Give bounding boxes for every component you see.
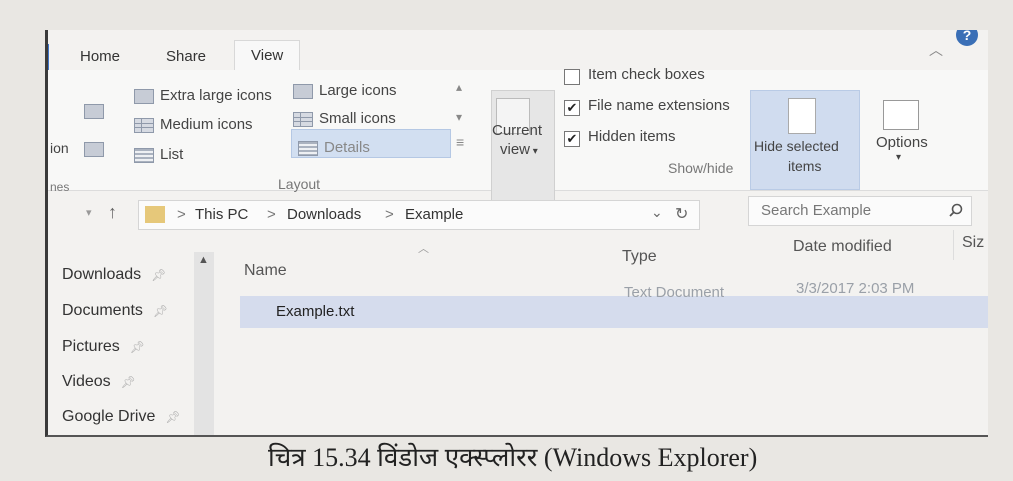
collapse-ribbon-icon[interactable]: ︿ <box>929 40 943 60</box>
small-icons-icon <box>293 111 313 127</box>
preview-pane-icon[interactable] <box>84 104 104 119</box>
layout-group-label: Layout <box>278 176 321 192</box>
layout-medium-icons[interactable]: Medium icons <box>134 116 253 133</box>
breadcrumb-separator: > <box>385 206 394 223</box>
nav-item-downloads[interactable]: Downloads 📌︎ <box>62 266 166 284</box>
column-header-size[interactable]: Siz <box>962 234 984 252</box>
current-view-label-2: view ▾ <box>500 141 538 158</box>
breadcrumb-separator: > <box>177 206 186 223</box>
table-row[interactable]: Example.txt Text Document 3/3/2017 2:03 … <box>240 280 988 328</box>
pin-icon: 📌︎ <box>152 304 169 318</box>
ribbon: ion nes Extra large icons Large icons Me… <box>48 66 988 220</box>
layout-details[interactable]: Details <box>298 139 370 156</box>
options-button[interactable]: Options <box>876 134 928 151</box>
nav-item-pictures[interactable]: Pictures 📌︎ <box>62 338 145 356</box>
address-dropdown-icon[interactable]: ⌄ <box>651 204 663 221</box>
navigation-pane-label[interactable]: ion <box>50 140 69 156</box>
medium-icons-icon <box>134 117 154 133</box>
address-row: ▾ ↑ > This PC > Downloads > Example ⌄ ↻ … <box>48 192 988 230</box>
breadcrumb-downloads[interactable]: Downloads <box>287 206 361 223</box>
recent-locations-icon[interactable]: ▾ <box>86 206 92 219</box>
hide-selected-label-1: Hide selected <box>754 138 839 154</box>
hide-selected-items-icon <box>788 98 816 134</box>
details-icon <box>298 140 318 156</box>
scroll-up-icon[interactable]: ▲ <box>198 254 209 266</box>
nav-item-google-drive[interactable]: Google Drive 📌︎ <box>62 408 181 426</box>
figure-caption: चित्र 15.34 विंडोज एक्स्प्लोरर (Windows … <box>268 443 758 472</box>
tab-view[interactable]: View <box>234 40 301 72</box>
pin-icon: 📌︎ <box>165 410 181 424</box>
help-icon[interactable]: ? <box>956 30 978 46</box>
list-icon <box>134 147 154 163</box>
nav-pane-scrollbar[interactable]: ▲ <box>194 252 214 435</box>
search-icon[interactable] <box>949 203 963 217</box>
search-input[interactable]: Search Example <box>761 202 871 219</box>
show-hide-group-label: Show/hide <box>668 160 734 176</box>
layout-scroll-down-icon[interactable]: ▾ <box>456 110 462 124</box>
nav-item-videos[interactable]: Videos 📌︎ <box>62 373 136 391</box>
hidden-items-label: Hidden items <box>588 128 676 145</box>
chevron-down-icon: ▾ <box>530 146 538 157</box>
column-divider[interactable] <box>953 230 954 260</box>
file-name-extensions-checkbox[interactable]: ✔ <box>564 100 580 116</box>
tab-home[interactable]: Home <box>80 48 120 65</box>
explorer-window: Home Share View ︿ ? ion nes Extra large … <box>45 30 988 437</box>
large-icons-icon <box>293 83 313 99</box>
layout-small-icons[interactable]: Small icons <box>293 110 396 127</box>
item-check-boxes-checkbox[interactable] <box>564 69 580 85</box>
layout-large-icons[interactable]: Large icons <box>293 82 397 99</box>
tab-share[interactable]: Share <box>166 48 206 65</box>
navigation-pane-icon[interactable] <box>84 142 104 157</box>
item-check-boxes-label: Item check boxes <box>588 66 705 83</box>
pin-icon: 📌︎ <box>129 340 146 354</box>
pin-icon: 📌︎ <box>151 268 167 282</box>
breadcrumb-separator: > <box>267 206 276 223</box>
file-name: Example.txt <box>276 303 355 320</box>
breadcrumb-example[interactable]: Example <box>405 206 463 223</box>
column-header-date-modified[interactable]: Date modified <box>793 238 892 256</box>
file-name-extensions-label: File name extensions <box>588 97 730 114</box>
file-date-modified: 3/3/2017 2:03 PM <box>796 280 915 297</box>
pin-icon: 📌︎ <box>120 375 136 389</box>
navigation-pane: Downloads 📌︎ Documents 📌︎ Pictures 📌︎ Video… <box>48 252 198 435</box>
current-view-label-1: Current <box>492 122 543 139</box>
address-bar[interactable]: > This PC > Downloads > Example ⌄ ↻ <box>138 200 700 230</box>
layout-expand-icon[interactable]: ≡ <box>456 134 464 150</box>
layout-list[interactable]: List <box>134 146 183 163</box>
extra-large-icons-icon <box>134 88 154 104</box>
hidden-items-checkbox[interactable]: ✔ <box>564 131 580 147</box>
ribbon-tabs: Home Share View ︿ ? <box>48 30 988 72</box>
refresh-icon[interactable]: ↻ <box>675 204 688 224</box>
hide-selected-label-2: items <box>788 158 822 174</box>
search-box[interactable]: Search Example <box>748 196 972 226</box>
sort-indicator-icon: ︿ <box>418 243 429 255</box>
column-header-name[interactable]: Name <box>244 262 287 280</box>
up-arrow-icon[interactable]: ↑ <box>108 202 117 223</box>
options-icon[interactable] <box>883 100 919 130</box>
breadcrumb-this-pc[interactable]: This PC <box>195 206 248 223</box>
nav-item-documents[interactable]: Documents 📌︎ <box>62 302 168 320</box>
layout-scroll-up-icon[interactable]: ▴ <box>456 80 462 94</box>
file-type: Text Document <box>624 284 725 301</box>
folder-icon <box>145 206 165 223</box>
column-header-type[interactable]: Type <box>622 248 657 266</box>
options-chevron-icon[interactable]: ▾ <box>896 152 901 163</box>
layout-extra-large-icons[interactable]: Extra large icons <box>134 87 272 104</box>
